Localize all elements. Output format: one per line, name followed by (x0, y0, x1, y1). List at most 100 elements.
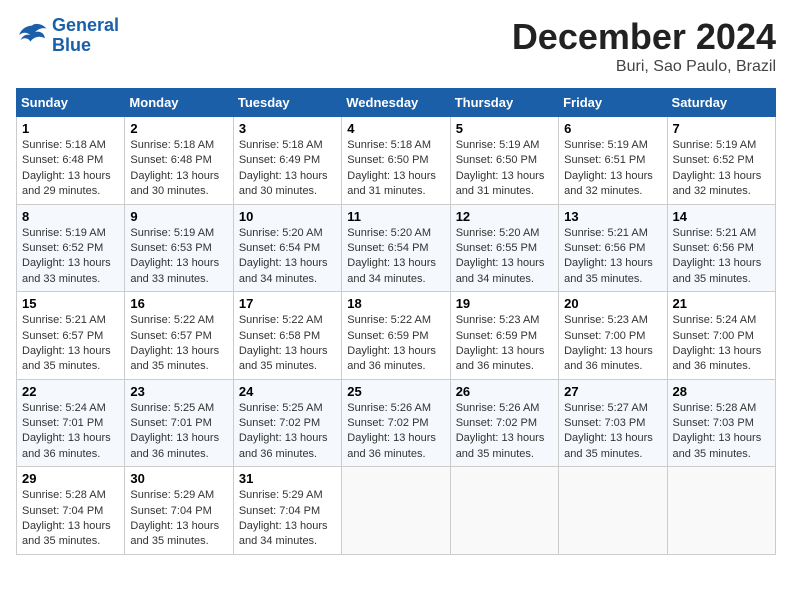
day-number: 17 (239, 296, 336, 311)
calendar-day-cell: 1 Sunrise: 5:18 AM Sunset: 6:48 PM Dayli… (17, 117, 125, 205)
calendar-day-cell: 16 Sunrise: 5:22 AM Sunset: 6:57 PM Dayl… (125, 292, 233, 380)
day-number: 12 (456, 209, 553, 224)
calendar-day-cell: 17 Sunrise: 5:22 AM Sunset: 6:58 PM Dayl… (233, 292, 341, 380)
weekday-header: Tuesday (233, 89, 341, 117)
day-info: Sunrise: 5:21 AM Sunset: 6:56 PM Dayligh… (673, 226, 770, 288)
day-info: Sunrise: 5:19 AM Sunset: 6:52 PM Dayligh… (673, 138, 770, 200)
title-block: December 2024 Buri, Sao Paulo, Brazil (512, 16, 776, 76)
weekday-header: Saturday (667, 89, 775, 117)
day-info: Sunrise: 5:26 AM Sunset: 7:02 PM Dayligh… (347, 401, 444, 463)
calendar-day-cell: 20 Sunrise: 5:23 AM Sunset: 7:00 PM Dayl… (559, 292, 667, 380)
weekday-header: Monday (125, 89, 233, 117)
day-info: Sunrise: 5:22 AM Sunset: 6:59 PM Dayligh… (347, 313, 444, 375)
day-info: Sunrise: 5:28 AM Sunset: 7:04 PM Dayligh… (22, 488, 119, 550)
day-number: 22 (22, 384, 119, 399)
day-number: 10 (239, 209, 336, 224)
calendar-week-row: 15 Sunrise: 5:21 AM Sunset: 6:57 PM Dayl… (17, 292, 776, 380)
day-number: 6 (564, 121, 661, 136)
day-info: Sunrise: 5:21 AM Sunset: 6:57 PM Dayligh… (22, 313, 119, 375)
calendar-header-row: SundayMondayTuesdayWednesdayThursdayFrid… (17, 89, 776, 117)
weekday-header: Sunday (17, 89, 125, 117)
calendar-day-cell: 13 Sunrise: 5:21 AM Sunset: 6:56 PM Dayl… (559, 204, 667, 292)
day-number: 11 (347, 209, 444, 224)
day-info: Sunrise: 5:29 AM Sunset: 7:04 PM Dayligh… (130, 488, 227, 550)
day-number: 28 (673, 384, 770, 399)
day-number: 1 (22, 121, 119, 136)
calendar-day-cell: 25 Sunrise: 5:26 AM Sunset: 7:02 PM Dayl… (342, 379, 450, 467)
calendar-day-cell: 10 Sunrise: 5:20 AM Sunset: 6:54 PM Dayl… (233, 204, 341, 292)
day-info: Sunrise: 5:18 AM Sunset: 6:50 PM Dayligh… (347, 138, 444, 200)
day-number: 2 (130, 121, 227, 136)
day-info: Sunrise: 5:28 AM Sunset: 7:03 PM Dayligh… (673, 401, 770, 463)
day-info: Sunrise: 5:25 AM Sunset: 7:02 PM Dayligh… (239, 401, 336, 463)
day-info: Sunrise: 5:21 AM Sunset: 6:56 PM Dayligh… (564, 226, 661, 288)
day-number: 29 (22, 471, 119, 486)
day-number: 14 (673, 209, 770, 224)
calendar-table: SundayMondayTuesdayWednesdayThursdayFrid… (16, 88, 776, 555)
calendar-day-cell (450, 467, 558, 555)
calendar-day-cell: 21 Sunrise: 5:24 AM Sunset: 7:00 PM Dayl… (667, 292, 775, 380)
calendar-day-cell: 26 Sunrise: 5:26 AM Sunset: 7:02 PM Dayl… (450, 379, 558, 467)
calendar-day-cell: 6 Sunrise: 5:19 AM Sunset: 6:51 PM Dayli… (559, 117, 667, 205)
calendar-day-cell: 9 Sunrise: 5:19 AM Sunset: 6:53 PM Dayli… (125, 204, 233, 292)
calendar-day-cell: 28 Sunrise: 5:28 AM Sunset: 7:03 PM Dayl… (667, 379, 775, 467)
calendar-day-cell: 23 Sunrise: 5:25 AM Sunset: 7:01 PM Dayl… (125, 379, 233, 467)
calendar-day-cell: 27 Sunrise: 5:27 AM Sunset: 7:03 PM Dayl… (559, 379, 667, 467)
day-number: 24 (239, 384, 336, 399)
page-header: General Blue December 2024 Buri, Sao Pau… (16, 16, 776, 76)
day-number: 16 (130, 296, 227, 311)
calendar-day-cell: 22 Sunrise: 5:24 AM Sunset: 7:01 PM Dayl… (17, 379, 125, 467)
day-number: 31 (239, 471, 336, 486)
day-info: Sunrise: 5:27 AM Sunset: 7:03 PM Dayligh… (564, 401, 661, 463)
day-info: Sunrise: 5:23 AM Sunset: 6:59 PM Dayligh… (456, 313, 553, 375)
day-number: 5 (456, 121, 553, 136)
calendar-day-cell (342, 467, 450, 555)
day-info: Sunrise: 5:23 AM Sunset: 7:00 PM Dayligh… (564, 313, 661, 375)
calendar-week-row: 29 Sunrise: 5:28 AM Sunset: 7:04 PM Dayl… (17, 467, 776, 555)
logo: General Blue (16, 16, 119, 56)
day-number: 18 (347, 296, 444, 311)
calendar-day-cell: 3 Sunrise: 5:18 AM Sunset: 6:49 PM Dayli… (233, 117, 341, 205)
month-title: December 2024 (512, 16, 776, 58)
day-info: Sunrise: 5:24 AM Sunset: 7:01 PM Dayligh… (22, 401, 119, 463)
calendar-day-cell: 11 Sunrise: 5:20 AM Sunset: 6:54 PM Dayl… (342, 204, 450, 292)
calendar-day-cell (667, 467, 775, 555)
calendar-day-cell: 2 Sunrise: 5:18 AM Sunset: 6:48 PM Dayli… (125, 117, 233, 205)
day-info: Sunrise: 5:19 AM Sunset: 6:51 PM Dayligh… (564, 138, 661, 200)
day-info: Sunrise: 5:19 AM Sunset: 6:50 PM Dayligh… (456, 138, 553, 200)
day-number: 21 (673, 296, 770, 311)
day-info: Sunrise: 5:22 AM Sunset: 6:58 PM Dayligh… (239, 313, 336, 375)
weekday-header: Friday (559, 89, 667, 117)
day-number: 19 (456, 296, 553, 311)
calendar-week-row: 1 Sunrise: 5:18 AM Sunset: 6:48 PM Dayli… (17, 117, 776, 205)
calendar-day-cell: 14 Sunrise: 5:21 AM Sunset: 6:56 PM Dayl… (667, 204, 775, 292)
day-number: 26 (456, 384, 553, 399)
day-number: 15 (22, 296, 119, 311)
calendar-day-cell: 30 Sunrise: 5:29 AM Sunset: 7:04 PM Dayl… (125, 467, 233, 555)
day-info: Sunrise: 5:18 AM Sunset: 6:49 PM Dayligh… (239, 138, 336, 200)
calendar-day-cell: 12 Sunrise: 5:20 AM Sunset: 6:55 PM Dayl… (450, 204, 558, 292)
weekday-header: Wednesday (342, 89, 450, 117)
day-number: 30 (130, 471, 227, 486)
day-info: Sunrise: 5:20 AM Sunset: 6:55 PM Dayligh… (456, 226, 553, 288)
day-number: 23 (130, 384, 227, 399)
day-number: 3 (239, 121, 336, 136)
calendar-day-cell: 4 Sunrise: 5:18 AM Sunset: 6:50 PM Dayli… (342, 117, 450, 205)
calendar-day-cell: 5 Sunrise: 5:19 AM Sunset: 6:50 PM Dayli… (450, 117, 558, 205)
day-number: 9 (130, 209, 227, 224)
day-number: 20 (564, 296, 661, 311)
day-info: Sunrise: 5:19 AM Sunset: 6:52 PM Dayligh… (22, 226, 119, 288)
day-number: 7 (673, 121, 770, 136)
day-number: 13 (564, 209, 661, 224)
day-info: Sunrise: 5:22 AM Sunset: 6:57 PM Dayligh… (130, 313, 227, 375)
day-info: Sunrise: 5:19 AM Sunset: 6:53 PM Dayligh… (130, 226, 227, 288)
calendar-day-cell: 31 Sunrise: 5:29 AM Sunset: 7:04 PM Dayl… (233, 467, 341, 555)
logo-text: General Blue (52, 16, 119, 56)
day-number: 25 (347, 384, 444, 399)
day-number: 27 (564, 384, 661, 399)
day-number: 4 (347, 121, 444, 136)
day-info: Sunrise: 5:25 AM Sunset: 7:01 PM Dayligh… (130, 401, 227, 463)
day-info: Sunrise: 5:24 AM Sunset: 7:00 PM Dayligh… (673, 313, 770, 375)
weekday-header: Thursday (450, 89, 558, 117)
calendar-day-cell: 8 Sunrise: 5:19 AM Sunset: 6:52 PM Dayli… (17, 204, 125, 292)
